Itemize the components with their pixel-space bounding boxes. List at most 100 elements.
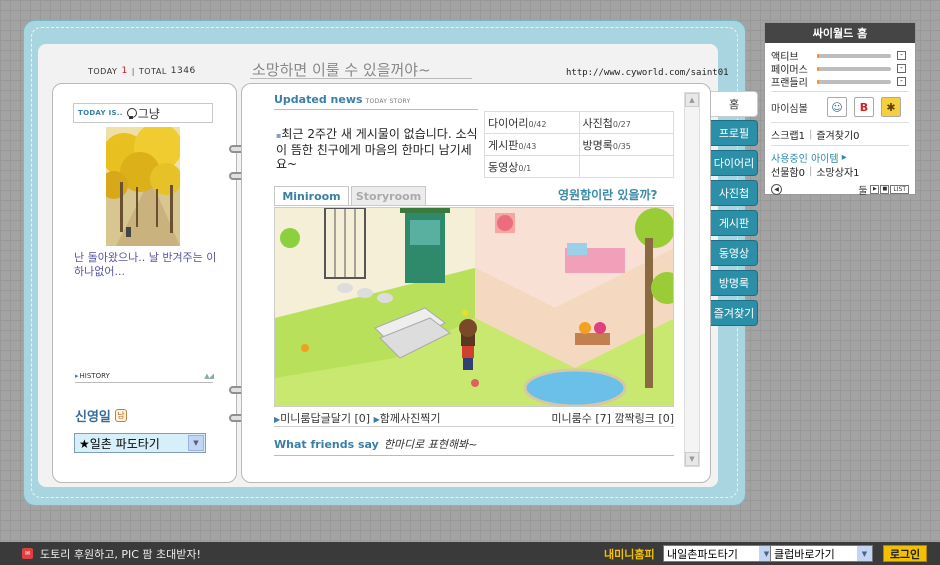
tab-photos[interactable]: 사진첩: [711, 180, 758, 206]
chevron-down-icon[interactable]: ▼: [188, 435, 204, 451]
active-bar: [817, 53, 891, 58]
avatar-icon[interactable]: ☺: [827, 97, 847, 117]
updated-news-subtitle: TODAY STORY: [365, 98, 411, 105]
visitor-counter: TODAY 1 | TOTAL 1346: [88, 66, 196, 76]
club-shortcut-value: 클럽바로가기: [774, 547, 835, 561]
tab-profile[interactable]: 프로필: [711, 120, 758, 146]
wish-box-link[interactable]: 소망상자1: [816, 164, 859, 179]
ilchon-select[interactable]: ★일촌 파도타기 ▼: [74, 433, 206, 453]
play-icon[interactable]: ▶: [870, 184, 880, 194]
stat-count: 0/27: [612, 119, 631, 129]
intro-text: 난 돌아왔으나.. 날 반겨주는 이 하나없어...: [74, 251, 217, 278]
stat-label: 다이어리: [488, 116, 529, 130]
owner-name: 신영일: [75, 410, 111, 425]
ilchon-select-value: ★일촌 파도타기: [79, 436, 160, 451]
today-mood: 그냥: [137, 106, 160, 121]
lightbulb-icon: [126, 107, 137, 119]
miniroom-reply-link[interactable]: 미니룸답글달기 [0]: [280, 412, 370, 425]
stat-video[interactable]: 동영상0/1: [484, 155, 580, 178]
stats-table: 다이어리0/42 사진첩0/27 게시판0/43 방명록0/35 동영상0/1: [484, 111, 674, 178]
my-minihompy-link[interactable]: 내미니홈피: [604, 546, 655, 562]
scrap-link[interactable]: 스크랩1: [771, 127, 805, 142]
table-row: 게시판0/43 방명록0/35: [484, 133, 674, 156]
bgm-title: 둘: [858, 185, 868, 197]
divider: [771, 91, 909, 92]
counter-divider: |: [131, 66, 135, 76]
history-label: HISTORY: [75, 372, 110, 382]
playlist-button[interactable]: LIST: [890, 184, 909, 194]
friends-underline: [274, 455, 674, 456]
profile-photo[interactable]: [106, 127, 180, 246]
table-row: 동영상0/1: [484, 155, 674, 178]
music-icon[interactable]: ◀: [771, 183, 782, 195]
today-mood-box[interactable]: TODAY IS.. 그냥: [73, 103, 213, 123]
cyworld-home-title[interactable]: 싸이월드 홈: [765, 23, 915, 43]
ilchon-surf-select[interactable]: 내일촌파도타기 ▼: [663, 545, 775, 562]
stat-guestbook[interactable]: 방명록0/35: [578, 133, 674, 156]
tab-diary[interactable]: 다이어리: [711, 150, 758, 176]
updated-news-title: Updated news: [274, 93, 363, 106]
my-symbol-label: 마이심볼: [771, 103, 808, 115]
tab-board[interactable]: 게시판: [711, 210, 758, 236]
miniroom-title: 영원함이란 있을까?: [558, 188, 658, 202]
friends-say-message[interactable]: 한마디로 표현해봐~: [384, 436, 478, 452]
cyworld-home-panel: 싸이월드 홈 액티브 - 페이머스 - 프랜들리 - 마이심볼 ☺ B ✱ 스크…: [764, 22, 916, 197]
news-message-text: 최근 2주간 새 게시물이 없습니다. 소식이 뜸한 친구에게 마음의 한마디 …: [276, 127, 478, 171]
collapse-icon[interactable]: -: [897, 64, 906, 73]
gift-icon: ✉: [22, 548, 33, 559]
b-symbol-icon[interactable]: B: [854, 97, 874, 117]
sparkle-link[interactable]: 깜짝링크 [0]: [614, 412, 674, 425]
famous-bar-fill: [817, 66, 820, 71]
gift-box-link[interactable]: 선물함0: [771, 164, 805, 179]
bee-symbol-icon[interactable]: ✱: [881, 97, 901, 117]
stat-label: 게시판: [488, 138, 519, 152]
items-in-use-label: 사용중인 아이템: [771, 153, 839, 165]
divider: [771, 122, 909, 123]
miniroom-illustration: [275, 208, 673, 406]
tab-storyroom[interactable]: Storyroom: [351, 186, 426, 205]
chevron-down-icon[interactable]: ▼: [857, 546, 872, 561]
club-shortcut-select[interactable]: 클럽바로가기 ▼: [770, 545, 873, 562]
scroll-down-icon[interactable]: ▼: [685, 452, 699, 466]
tab-miniroom[interactable]: Miniroom: [274, 186, 349, 205]
hompy-url[interactable]: http://www.cyworld.com/saint01: [566, 68, 729, 78]
updated-news-header: Updated news TODAY STORY: [274, 93, 411, 106]
tab-favorites[interactable]: 즐겨찾기: [711, 300, 758, 326]
stat-empty: [578, 155, 674, 178]
promo-text[interactable]: 도토리 후원하고, PIC 팜 초대받자!: [40, 546, 201, 562]
collapse-icon[interactable]: -: [897, 51, 906, 60]
stat-diary[interactable]: 다이어리0/42: [484, 111, 580, 134]
gender-icon: 남: [114, 409, 127, 422]
gift-row: 선물함0 | 소망상자1: [771, 164, 915, 179]
stop-icon[interactable]: ■: [880, 184, 890, 194]
photo-together-link[interactable]: 함께사진찍기: [380, 412, 441, 425]
login-button[interactable]: 로그인: [883, 545, 927, 562]
scrap-row: 스크랩1 | 즐겨찾기0: [771, 127, 915, 142]
scrollbar[interactable]: ▲ ▼: [684, 92, 700, 467]
collapse-icon[interactable]: -: [897, 77, 906, 86]
miniroom-scene[interactable]: [274, 207, 674, 407]
stat-photos[interactable]: 사진첩0/27: [578, 111, 674, 134]
separator: |: [808, 165, 813, 177]
stat-count: 0/43: [518, 141, 537, 151]
history-toggle-icon[interactable]: ▲◢: [204, 372, 214, 382]
owner-name-line: 신영일 남: [75, 406, 127, 425]
scroll-up-icon[interactable]: ▲: [685, 93, 699, 107]
tab-guestbook[interactable]: 방명록: [711, 270, 758, 296]
miniroom-count-link[interactable]: 미니룸수 [7]: [551, 412, 611, 425]
miniroom-links: ▶미니룸답글달기 [0] ▶함께사진찍기 미니룸수 [7] 깜짝링크 [0]: [274, 410, 674, 426]
today-label: TODAY: [88, 66, 118, 76]
total-label: TOTAL: [138, 66, 167, 76]
stat-board[interactable]: 게시판0/43: [484, 133, 580, 156]
friendly-meter: 프랜들리 -: [771, 76, 915, 89]
friendly-label: 프랜들리: [771, 78, 808, 89]
history-bar[interactable]: HISTORY ▲◢: [75, 372, 214, 383]
items-in-use-link[interactable]: 사용중인 아이템 ▸: [771, 150, 915, 165]
tab-video[interactable]: 동영상: [711, 240, 758, 266]
tab-home[interactable]: 홈: [711, 91, 758, 117]
active-meter: 액티브 -: [771, 50, 915, 63]
favorites-link[interactable]: 즐겨찾기0: [816, 127, 859, 142]
tab-underline: [274, 205, 674, 206]
separator: |: [808, 128, 813, 140]
title-underline: [250, 78, 472, 79]
